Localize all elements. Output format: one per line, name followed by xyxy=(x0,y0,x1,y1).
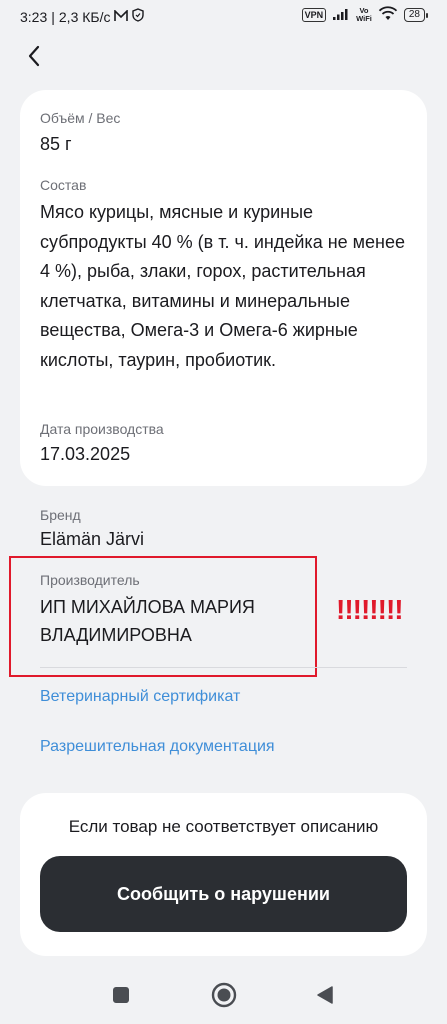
volume-label: Объём / Вес xyxy=(40,110,121,126)
status-bar: 3:23 | 2,3 КБ/с VPN Vo WiFi 28 xyxy=(0,0,447,34)
shield-icon xyxy=(132,8,145,25)
status-time: 3:23 xyxy=(20,8,48,25)
production-date-value: 17.03.2025 xyxy=(40,444,131,464)
composition-label: Состав xyxy=(40,177,87,193)
chevron-left-icon xyxy=(27,45,41,72)
system-nav-bar xyxy=(0,968,447,1024)
brand-label: Бренд xyxy=(40,507,81,523)
exclamation-annotation: !!!!!!!! xyxy=(336,594,404,625)
status-separator: | xyxy=(51,8,55,25)
nav-back-button[interactable] xyxy=(310,982,340,1012)
mail-icon xyxy=(114,8,129,25)
wifi-icon xyxy=(378,6,398,24)
composition-value: Мясо курицы, мясные и куриные субпродукт… xyxy=(40,202,406,370)
vpn-badge: VPN xyxy=(301,8,327,22)
status-right: VPN Vo WiFi 28 xyxy=(301,6,429,24)
report-note: Если товар не соответствует описанию xyxy=(68,817,379,836)
report-violation-button[interactable]: Сообщить о нарушении xyxy=(40,856,407,932)
highlight-box xyxy=(9,556,317,677)
permits-link[interactable]: Разрешительная документация xyxy=(40,738,275,756)
signal-icon xyxy=(332,7,350,24)
volte-icon: Vo WiFi xyxy=(356,7,372,23)
nav-home-button[interactable] xyxy=(209,982,239,1012)
brand-value: Elämän Järvi xyxy=(40,529,145,549)
circle-icon xyxy=(211,982,237,1013)
square-icon xyxy=(112,986,130,1009)
volte-bottom: WiFi xyxy=(356,14,372,23)
production-date-label: Дата производства xyxy=(40,421,164,437)
status-left: 3:23 | 2,3 КБ/с xyxy=(20,8,145,25)
nav-recent-button[interactable] xyxy=(106,982,136,1012)
triangle-left-icon xyxy=(316,985,334,1010)
product-details-card: Объём / Вес 85 г Состав Мясо курицы, мяс… xyxy=(20,90,427,486)
back-button[interactable] xyxy=(18,42,50,74)
battery-level: 28 xyxy=(408,9,420,20)
divider xyxy=(40,667,407,668)
battery-icon: 28 xyxy=(403,8,429,22)
network-speed: 2,3 КБ/с xyxy=(58,8,111,25)
vet-certificate-link[interactable]: Ветеринарный сертификат xyxy=(40,688,240,706)
volume-value: 85 г xyxy=(40,134,72,154)
report-card: Если товар не соответствует описанию Соо… xyxy=(20,793,427,956)
